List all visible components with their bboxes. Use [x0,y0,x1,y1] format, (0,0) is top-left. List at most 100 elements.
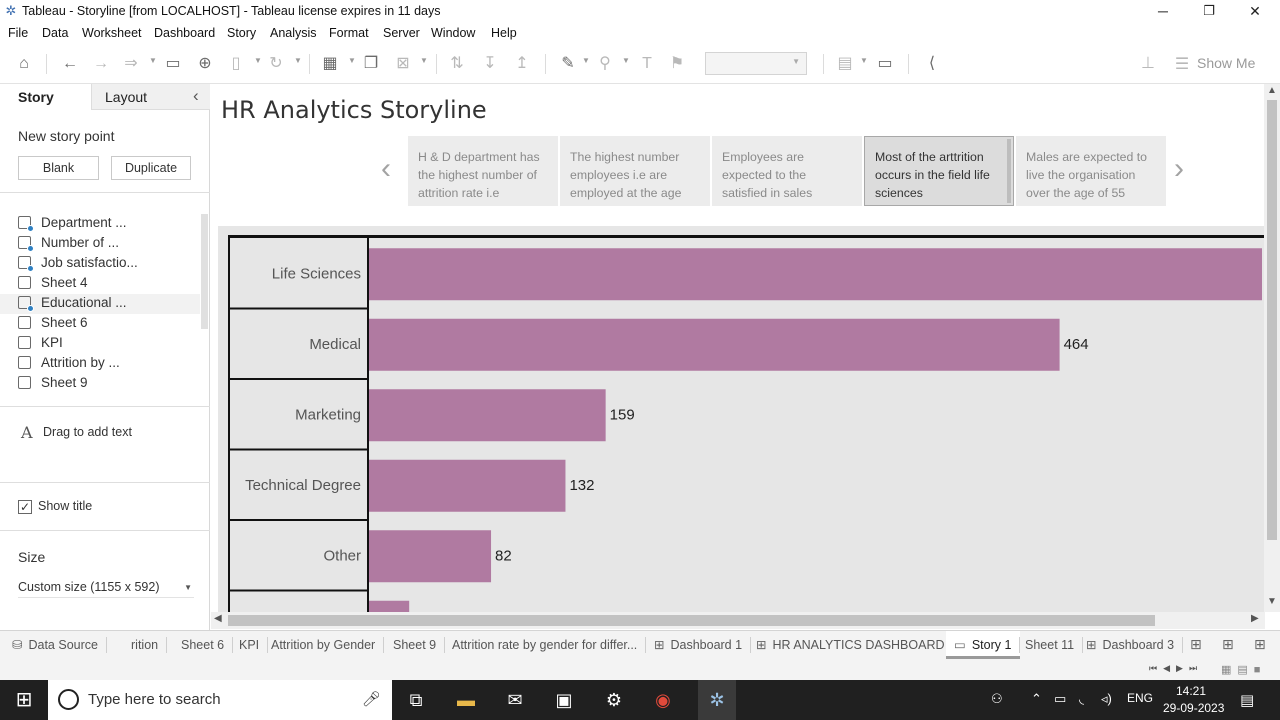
story-point-3[interactable]: Employees are expected to the satisfied … [712,136,862,206]
new-worksheet-tab-icon[interactable]: ⊞ [1190,636,1202,653]
new-datasource-icon[interactable]: ⊕ [195,54,215,74]
sheet-list-item[interactable]: Educational ... [18,293,198,313]
sheet-tab[interactable]: ⊞ Dashboard 1 [646,631,752,659]
labels-icon[interactable]: T [637,54,657,74]
redo-icon[interactable]: → [91,54,111,74]
vertical-scroll-thumb[interactable] [1267,100,1277,540]
save-icon[interactable]: ▭ [163,54,183,74]
new-story-tab-icon[interactable]: ⊞ [1254,636,1266,653]
menu-window[interactable]: Window [431,26,475,40]
menu-analysis[interactable]: Analysis [270,26,317,40]
sheet-tab[interactable]: Sheet 11 [1017,631,1084,659]
horizontal-scrollbar[interactable]: ◀ ▶ [211,612,1265,629]
sheet-list-item[interactable]: Sheet 9 [18,373,198,393]
sheet-list-item[interactable]: KPI [18,333,198,353]
file-explorer-icon[interactable]: ▬ [454,688,478,712]
minimize-button[interactable]: ─ [1140,0,1186,24]
refresh-icon[interactable]: ↻ [266,54,286,74]
chrome-icon[interactable]: ◉ [651,688,675,712]
sort-ascending-icon[interactable]: ↧ [480,54,500,74]
show-me-icon[interactable]: ☰ [1172,55,1192,75]
undo-icon[interactable]: ← [60,54,80,74]
sheet-list-item[interactable]: Job satisfactio... [18,253,198,273]
size-dropdown[interactable]: Custom size (1155 x 592) ▼ [18,580,194,598]
sheet-list-scrollbar[interactable] [201,214,208,329]
sheet-tab[interactable]: Attrition by Gender [263,631,385,659]
notifications-icon[interactable]: ▤ [1240,691,1254,709]
story-point-1[interactable]: H & D department has the highest number … [408,136,558,206]
chevron-down-icon[interactable]: ▼ [582,56,590,65]
chevron-down-icon[interactable]: ▼ [622,56,630,65]
show-cards-icon[interactable]: ▤ [835,54,855,74]
show-title-checkbox[interactable]: ✓ [18,500,32,514]
horizontal-scroll-thumb[interactable] [228,615,1155,626]
sheet-list-item[interactable]: Number of ... [18,233,198,253]
duplicate-button[interactable]: Duplicate [111,156,191,180]
sheet-tab[interactable]: ▭ Story 1 [946,631,1021,659]
menu-story[interactable]: Story [227,26,256,40]
next-story-point-icon[interactable]: › [1174,154,1184,184]
task-view-icon[interactable]: ⧉ [404,688,428,712]
sheet-tab[interactable]: ⊞ HR ANALYTICS DASHBOARD [748,631,954,659]
people-icon[interactable]: ⚇ [991,691,1003,707]
chevron-down-icon[interactable]: ▼ [420,56,428,65]
new-worksheet-icon[interactable]: ▦ [320,54,340,74]
sheet-list-item[interactable]: Attrition by ... [18,353,198,373]
drag-to-add-text[interactable]: Drag to add text [43,425,132,439]
clock-time[interactable]: 14:21 [1176,684,1206,698]
show-hidden-icons-icon[interactable]: ⌃ [1031,691,1042,707]
story-point-2[interactable]: The highest number employees i.e are emp… [560,136,710,206]
scroll-down-icon[interactable]: ▼ [1267,596,1277,607]
swap-icon[interactable]: ⇅ [447,54,467,74]
story-point-5[interactable]: Males are expected to live the organisat… [1016,136,1166,206]
story-point-4[interactable]: Most of the arttrition occurs in the fie… [864,136,1014,206]
presentation-mode-icon[interactable]: ▭ [875,54,895,74]
collapse-panel-icon[interactable]: ‹ [193,86,199,106]
share-icon[interactable]: ⟨ [922,54,942,74]
tab-navigation-icons[interactable]: ⏮◀▶⏭ [1149,663,1203,674]
previous-story-point-icon[interactable]: ‹ [381,154,391,184]
sheet-tab[interactable]: ⊞ Dashboard 3 [1078,631,1184,659]
show-me-button[interactable]: Show Me [1197,55,1255,71]
blank-button[interactable]: Blank [18,156,99,180]
sheet-list-item[interactable]: Sheet 6 [18,313,198,333]
pause-updates-icon[interactable]: ▯ [226,54,246,74]
close-button[interactable]: ✕ [1232,0,1278,24]
text-object-icon[interactable]: A [21,423,33,442]
sheet-tab[interactable]: Sheet 9 [385,631,446,659]
menu-help[interactable]: Help [491,26,517,40]
tableau-taskbar-icon[interactable]: ✲ [698,680,736,720]
menu-worksheet[interactable]: Worksheet [82,26,142,40]
network-icon[interactable]: ◟ [1079,691,1084,707]
menu-dashboard[interactable]: Dashboard [154,26,215,40]
chevron-down-icon[interactable]: ▼ [860,56,868,65]
store-icon[interactable]: ▣ [552,688,576,712]
view-mode-icons[interactable]: ▦▤■ [1221,663,1266,676]
taskbar-search[interactable]: Type here to search 🎤︎ [48,680,392,720]
volume-icon[interactable]: ◃) [1101,691,1112,707]
scroll-up-icon[interactable]: ▲ [1267,85,1277,96]
clear-sheet-icon[interactable]: ⊠ [393,54,413,74]
menu-format[interactable]: Format [329,26,369,40]
vertical-scrollbar[interactable]: ▲ ▼ [1264,84,1280,612]
new-dashboard-tab-icon[interactable]: ⊞ [1222,636,1234,653]
menu-data[interactable]: Data [42,26,68,40]
settings-icon[interactable]: ⚙ [602,688,626,712]
sheet-tab[interactable]: Sheet 6 [173,631,234,659]
microphone-icon[interactable]: 🎤︎ [362,690,381,708]
sort-descending-icon[interactable]: ↥ [512,54,532,74]
sheet-tab[interactable]: ⛁ Data Source [4,631,107,659]
windows-start-icon[interactable]: ⊞ [12,688,36,712]
duplicate-sheet-icon[interactable]: ❐ [361,54,381,74]
home-icon[interactable]: ⌂ [14,54,34,74]
chevron-down-icon[interactable]: ▼ [348,56,356,65]
menu-file[interactable]: File [8,26,28,40]
mail-icon[interactable]: ✉ [503,688,527,712]
highlight-icon[interactable]: ✎ [558,54,578,74]
chevron-down-icon[interactable]: ▼ [294,56,302,65]
sheet-tab[interactable]: Attrition rate by gender for differ... [444,631,647,659]
sheet-list-item[interactable]: Sheet 4 [18,273,198,293]
language-indicator[interactable]: ENG [1127,691,1153,705]
restore-button[interactable]: ❐ [1186,0,1232,24]
group-icon[interactable]: ⚲ [595,54,615,74]
